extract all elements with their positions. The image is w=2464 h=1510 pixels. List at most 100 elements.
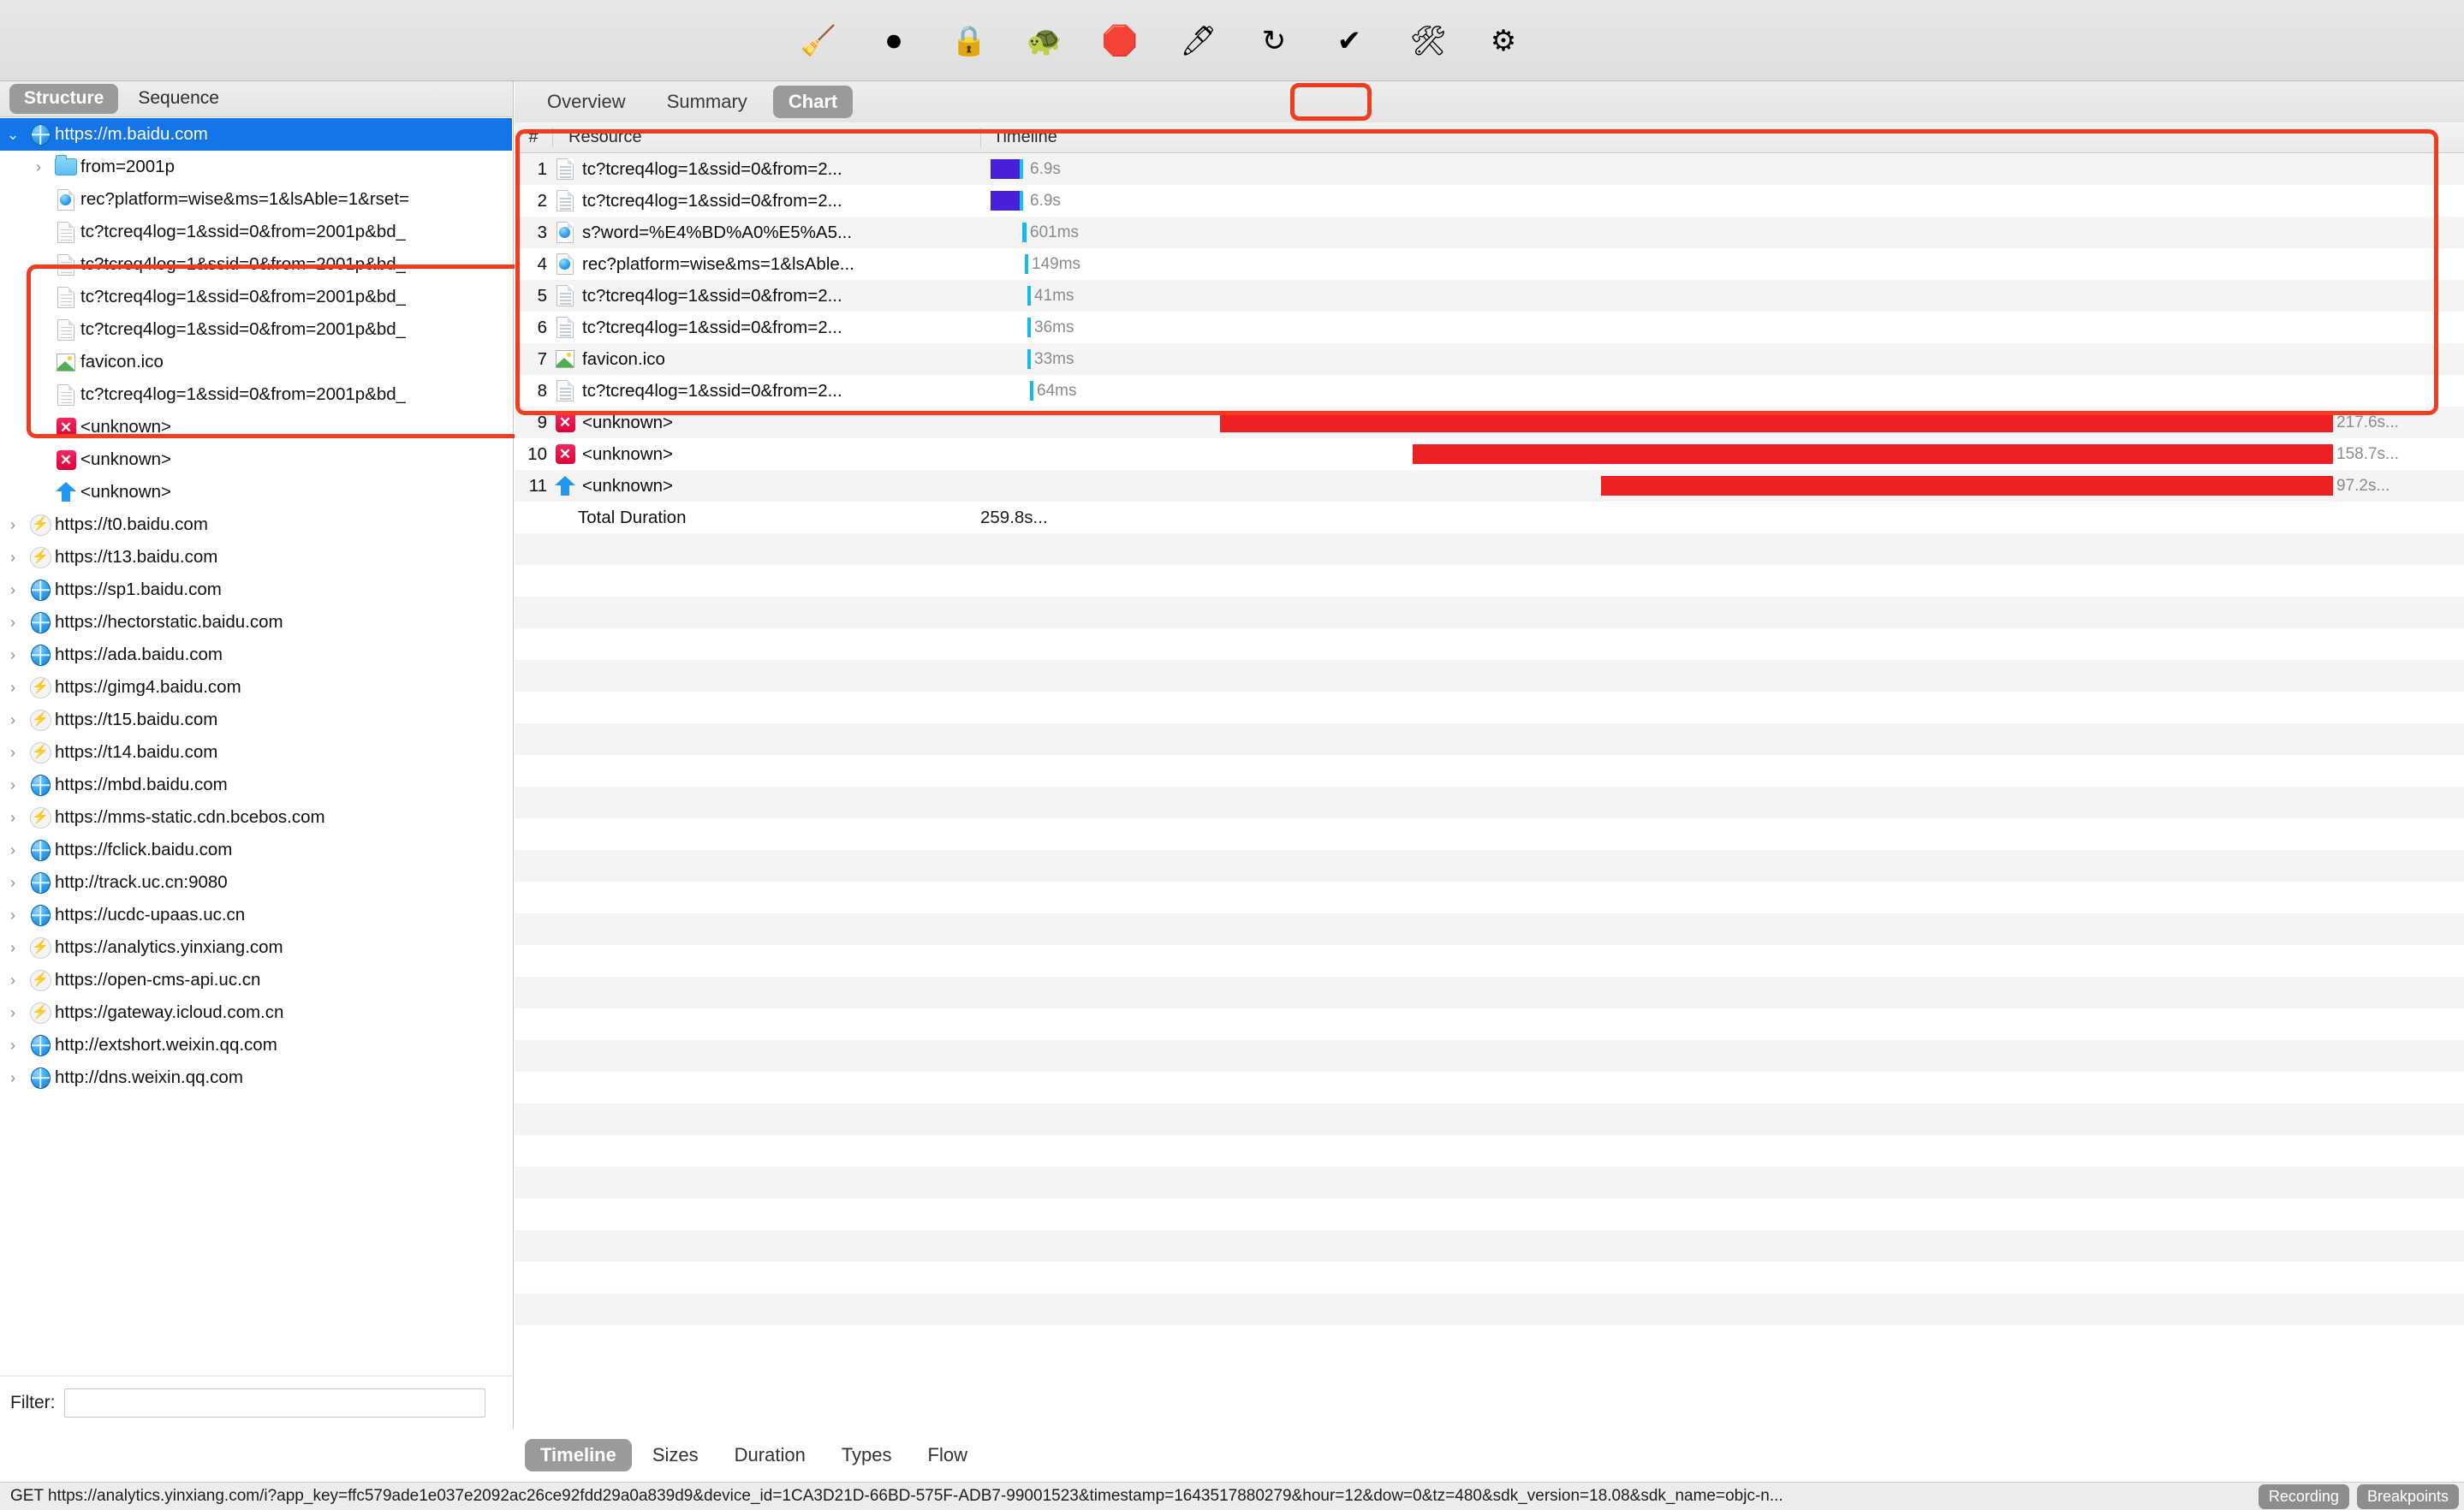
tree-item-label: from=2001p — [80, 157, 175, 176]
tree-item[interactable]: › ⚡ https://t14.baidu.com — [0, 736, 512, 769]
chart-row[interactable]: 8 tc?tcreq4log=1&ssid=0&from=2... 64ms — [515, 375, 2464, 407]
chart-empty-row — [515, 1262, 2464, 1293]
disclosure-triangle-icon[interactable]: › — [0, 614, 26, 632]
doc-icon-wrap — [552, 380, 578, 401]
disclosure-triangle-icon[interactable]: › — [0, 711, 26, 729]
tab-overview[interactable]: Overview — [532, 86, 641, 118]
disclosure-triangle-icon[interactable]: › — [0, 646, 26, 664]
throttle-button[interactable]: 🐢 — [1022, 15, 1067, 67]
tree-item[interactable]: tc?tcreq4log=1&ssid=0&from=2001p&bd_ — [0, 281, 512, 313]
chart-row[interactable]: 3 s?word=%E4%BD%A0%E5%A5... 601ms — [515, 217, 2464, 248]
tree-item[interactable]: › ⚡ https://analytics.yinxiang.com — [0, 931, 512, 964]
bottom-tab-flow[interactable]: Flow — [913, 1439, 983, 1471]
host-tree[interactable]: ⌄ https://m.baidu.com › from=2001p rec?platf… — [0, 118, 512, 1337]
tree-item[interactable]: rec?platform=wise&ms=1&lsAble=1&rset= — [0, 183, 512, 216]
tree-item[interactable]: tc?tcreq4log=1&ssid=0&from=2001p&bd_ — [0, 378, 512, 411]
chart-empty-row — [515, 1198, 2464, 1230]
tree-item[interactable]: tc?tcreq4log=1&ssid=0&from=2001p&bd_ — [0, 216, 512, 248]
tools-button[interactable]: 🛠 — [1406, 15, 1450, 67]
breakpoints-button[interactable]: 🛑 — [1098, 15, 1142, 67]
tree-item[interactable]: ✕ <unknown> — [0, 411, 512, 443]
chart-row[interactable]: 10 ✕ <unknown> 158.7s... — [515, 438, 2464, 470]
tree-item[interactable]: › http://extshort.weixin.qq.com — [0, 1029, 512, 1061]
bottom-tab-timeline[interactable]: Timeline — [525, 1439, 632, 1471]
tree-item[interactable]: tc?tcreq4log=1&ssid=0&from=2001p&bd_ — [0, 313, 512, 346]
disclosure-triangle-icon[interactable]: › — [0, 972, 26, 990]
disclosure-triangle-icon[interactable]: › — [0, 939, 26, 957]
breakpoints-button[interactable]: Breakpoints — [2356, 1483, 2459, 1509]
settings-button[interactable]: ⚙ — [1481, 15, 1526, 67]
disclosure-triangle-icon[interactable]: › — [0, 809, 26, 827]
tree-item[interactable]: › https://ucdc-upaas.uc.cn — [0, 899, 512, 931]
tree-item[interactable]: tc?tcreq4log=1&ssid=0&from=2001p&bd_ — [0, 248, 512, 281]
tree-item[interactable]: ⌄ https://m.baidu.com — [0, 118, 512, 151]
tree-item[interactable]: › ⚡ https://t13.baidu.com — [0, 541, 512, 574]
tab-sequence[interactable]: Sequence — [123, 84, 234, 114]
tree-item[interactable]: › ⚡ https://gimg4.baidu.com — [0, 671, 512, 704]
chart-empty-row — [515, 882, 2464, 913]
disclosure-triangle-icon[interactable]: › — [0, 874, 26, 892]
tree-item[interactable]: › https://hectorstatic.baidu.com — [0, 606, 512, 639]
disclosure-triangle-icon[interactable]: › — [0, 1004, 26, 1022]
start-recording-button[interactable]: ⏺ — [872, 15, 916, 67]
disclosure-triangle-icon[interactable]: › — [26, 158, 51, 176]
tree-item[interactable]: › https://fclick.baidu.com — [0, 834, 512, 866]
chart-row[interactable]: 7 favicon.ico 33ms — [515, 343, 2464, 375]
disclosure-triangle-icon[interactable]: › — [0, 679, 26, 697]
chart-row[interactable]: 9 ✕ <unknown> 217.6s... — [515, 407, 2464, 438]
chart-empty-row — [515, 1008, 2464, 1040]
disclosure-triangle-icon[interactable]: › — [0, 1069, 26, 1087]
disclosure-triangle-icon[interactable]: ⌄ — [0, 126, 26, 144]
chart-empty-row — [515, 850, 2464, 882]
validate-button[interactable]: ✔ — [1327, 15, 1372, 67]
disclosure-triangle-icon[interactable]: › — [0, 516, 26, 534]
timeline-bar — [1413, 444, 2333, 464]
tree-item[interactable]: › ⚡ https://mms-static.cdn.bcebos.com — [0, 801, 512, 834]
tree-item[interactable]: favicon.ico — [0, 346, 512, 378]
ssl-proxying-button[interactable]: 🔒 — [947, 15, 991, 67]
tree-item[interactable]: › ⚡ https://open-cms-api.uc.cn — [0, 964, 512, 996]
tree-item[interactable]: <unknown> — [0, 476, 512, 508]
chart-row[interactable]: 11 <unknown> 97.2s... — [515, 470, 2464, 502]
bottom-tab-sizes[interactable]: Sizes — [637, 1439, 714, 1471]
tree-item[interactable]: › https://sp1.baidu.com — [0, 574, 512, 606]
tree-item[interactable]: › https://ada.baidu.com — [0, 639, 512, 671]
tree-item[interactable]: › from=2001p — [0, 151, 512, 183]
timeline-bar — [1220, 413, 2333, 432]
disclosure-triangle-icon[interactable]: › — [0, 1037, 26, 1055]
chart-row[interactable]: 6 tc?tcreq4log=1&ssid=0&from=2... 36ms — [515, 312, 2464, 343]
globe-icon-wrap — [26, 1067, 55, 1089]
chart-rows-container[interactable]: 1 tc?tcreq4log=1&ssid=0&from=2... 6.9s 2 tc?… — [515, 153, 2464, 1347]
repeat-button[interactable]: ↻ — [1252, 15, 1296, 67]
tree-item[interactable]: › https://mbd.baidu.com — [0, 769, 512, 801]
chart-row[interactable]: 2 tc?tcreq4log=1&ssid=0&from=2... 6.9s — [515, 185, 2464, 217]
disclosure-triangle-icon[interactable]: › — [0, 776, 26, 794]
tree-item[interactable]: ✕ <unknown> — [0, 443, 512, 476]
compose-button[interactable]: 🖊 — [1176, 15, 1221, 67]
disclosure-triangle-icon[interactable]: › — [0, 907, 26, 924]
tree-item[interactable]: › ⚡ https://t0.baidu.com — [0, 508, 512, 541]
bottom-tab-types[interactable]: Types — [826, 1439, 908, 1471]
chart-empty-row — [515, 1072, 2464, 1103]
tree-item[interactable]: › ⚡ https://gateway.icloud.com.cn — [0, 996, 512, 1029]
chart-row-resource: rec?platform=wise&ms=1&lsAble... — [582, 253, 854, 274]
tab-structure[interactable]: Structure — [9, 84, 119, 114]
tab-chart[interactable]: Chart — [772, 86, 854, 118]
chart-row[interactable]: 4 rec?platform=wise&ms=1&lsAble... 149ms — [515, 248, 2464, 280]
structure-sequence-tabs: Structure Sequence — [0, 81, 513, 117]
recording-button[interactable]: Recording — [2258, 1483, 2349, 1509]
tree-item[interactable]: › ⚡ https://t15.baidu.com — [0, 704, 512, 736]
chart-row[interactable]: 5 tc?tcreq4log=1&ssid=0&from=2... 41ms — [515, 280, 2464, 312]
filter-input[interactable] — [63, 1388, 485, 1418]
tree-item[interactable]: › http://dns.weixin.qq.com — [0, 1061, 512, 1094]
disclosure-triangle-icon[interactable]: › — [0, 744, 26, 762]
disclosure-triangle-icon[interactable]: › — [0, 549, 26, 567]
clear-session-button[interactable]: 🧹 — [796, 15, 841, 67]
error-icon: ✕ — [56, 417, 76, 437]
tab-summary[interactable]: Summary — [652, 86, 763, 118]
bottom-tab-duration[interactable]: Duration — [719, 1439, 821, 1471]
disclosure-triangle-icon[interactable]: › — [0, 581, 26, 599]
chart-row[interactable]: 1 tc?tcreq4log=1&ssid=0&from=2... 6.9s — [515, 153, 2464, 185]
disclosure-triangle-icon[interactable]: › — [0, 841, 26, 859]
tree-item[interactable]: › http://track.uc.cn:9080 — [0, 866, 512, 899]
